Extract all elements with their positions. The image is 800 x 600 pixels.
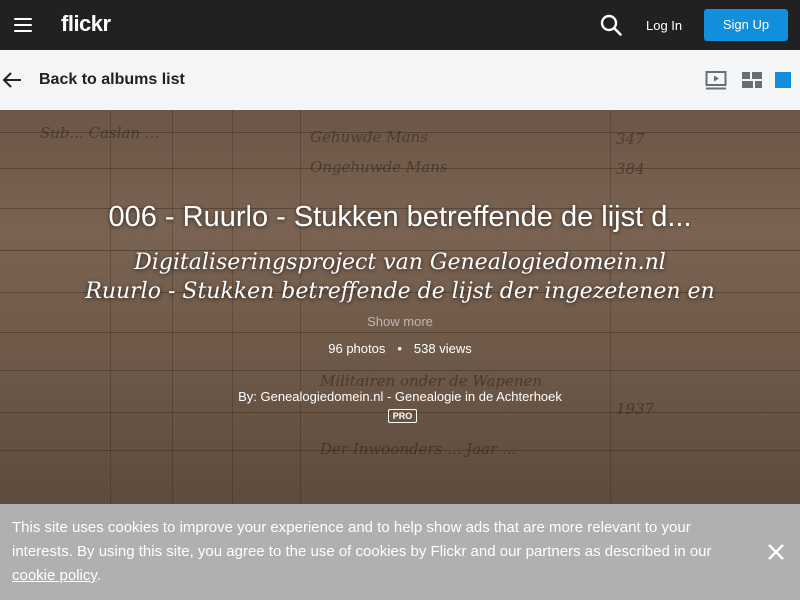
slideshow-icon[interactable] xyxy=(705,70,727,90)
stats-separator: • xyxy=(397,341,402,356)
album-title: 006 - Ruurlo - Stukken betreffende de li… xyxy=(108,201,692,233)
cookie-message-end: . xyxy=(96,567,101,584)
grid-layout-icon[interactable] xyxy=(741,70,763,90)
album-description-line-1: Digitaliseringsproject van Genealogiedom… xyxy=(134,250,666,275)
signup-button[interactable]: Sign Up xyxy=(704,9,788,41)
close-icon[interactable] xyxy=(767,543,785,561)
view-count: 538 views xyxy=(413,341,472,356)
photo-count: 96 photos xyxy=(328,341,386,356)
arrow-left-icon[interactable] xyxy=(2,70,22,90)
album-stats: 96 photos • 538 views xyxy=(0,341,800,356)
album-description: Digitaliseringsproject van Genealogiedom… xyxy=(0,248,800,306)
album-cover-image: Sub... Caslan ... Gehuwde Mans Ongehuwde… xyxy=(0,110,800,504)
hamburger-icon[interactable] xyxy=(14,18,32,32)
pro-badge: PRO xyxy=(388,409,417,423)
show-more-link[interactable]: Show more xyxy=(0,314,800,329)
search-icon[interactable] xyxy=(599,13,623,37)
album-owner-link[interactable]: By: Genealogiedomein.nl - Genealogie in … xyxy=(0,389,800,404)
cookie-policy-link[interactable]: cookie policy xyxy=(12,567,97,584)
cookie-message: This site uses cookies to improve your e… xyxy=(12,519,712,560)
flickr-logo[interactable]: flickr xyxy=(61,11,111,37)
back-to-albums-link[interactable]: Back to albums list xyxy=(39,71,185,89)
square-view-icon[interactable] xyxy=(773,70,795,90)
login-link[interactable]: Log In xyxy=(646,18,682,33)
cookie-banner-text: This site uses cookies to improve your e… xyxy=(12,516,742,588)
album-description-line-2: Ruurlo - Stukken betreffende de lijst de… xyxy=(85,279,715,304)
